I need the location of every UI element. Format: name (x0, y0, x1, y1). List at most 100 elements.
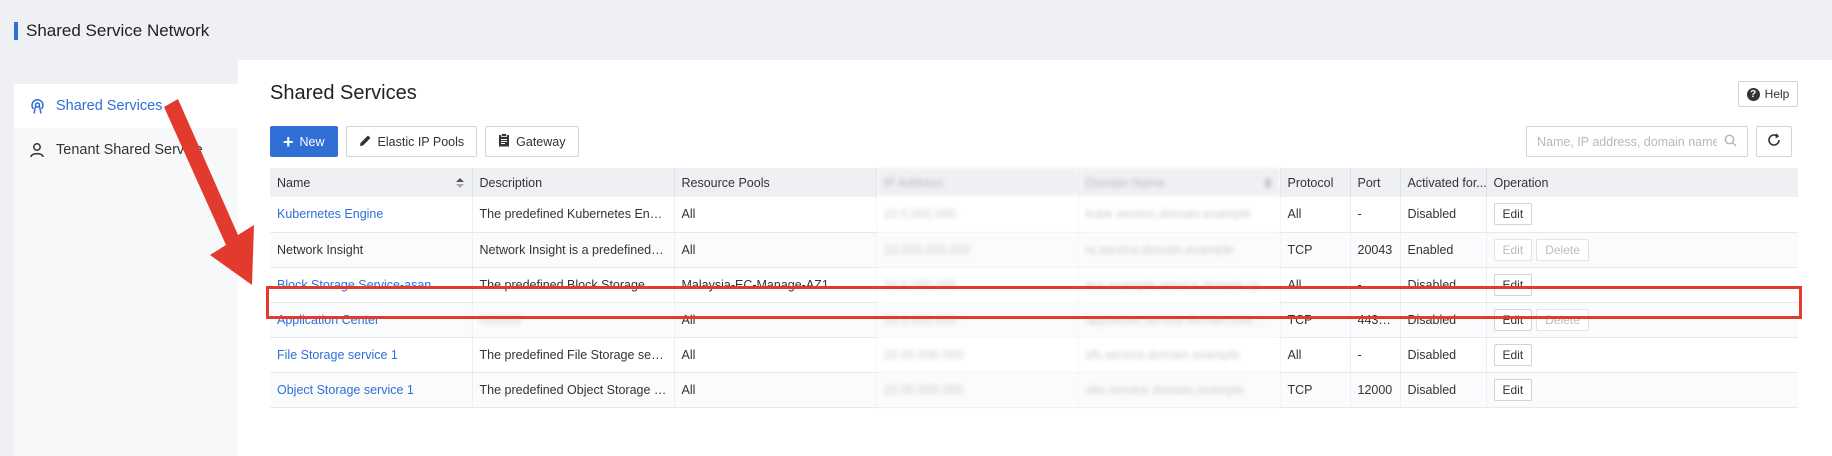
col-ip-address: IP Address (876, 168, 1079, 197)
sort-icon[interactable] (455, 177, 464, 191)
cell-operation: Edit Delete (1486, 302, 1798, 338)
col-name[interactable]: Name (270, 168, 473, 197)
cell-ip-address: 10.0.000.000 (876, 267, 1079, 303)
toolbar: + New Elastic IP Pools Gateway (270, 126, 579, 157)
cell-activated: Disabled (1400, 197, 1487, 233)
search-input[interactable] (1537, 134, 1717, 149)
delete-button: Delete (1536, 308, 1589, 331)
new-label: New (299, 134, 325, 149)
col-operation: Operation (1486, 168, 1798, 197)
question-icon: ? (1746, 87, 1760, 101)
cell-resource-pools: All (674, 197, 877, 233)
cell-description: The predefined Block Storage service ... (472, 267, 675, 303)
cell-activated: Disabled (1400, 302, 1487, 338)
cell-description: The predefined Object Storage service... (472, 372, 675, 408)
service-name: Network Insight (270, 232, 473, 268)
help-label: Help (1764, 87, 1790, 101)
cell-domain-name: kube.service.domain.example (1078, 197, 1281, 233)
cell-description: Network Insight is a predefined servic..… (472, 232, 675, 268)
table-row: Network Insight Network Insight is a pre… (270, 232, 1798, 268)
cell-resource-pools: All (674, 302, 877, 338)
top-bar: Shared Service Network (0, 0, 1832, 60)
title-accent-bar (14, 22, 18, 40)
cell-operation: Edit Delete (1486, 232, 1798, 268)
cell-description: The predefined Kubernetes Engine ser... (472, 197, 675, 233)
refresh-button[interactable] (1756, 126, 1792, 157)
elastic-ip-pools-button[interactable]: Elastic IP Pools (345, 126, 478, 157)
cell-protocol: TCP (1280, 302, 1351, 338)
cell-domain-name: appcenter.service.domain.example (1078, 302, 1281, 338)
new-button[interactable]: + New (270, 126, 338, 157)
clipboard-icon (498, 133, 510, 150)
cell-activated: Enabled (1400, 232, 1487, 268)
col-resource-pools: Resource Pools (674, 168, 877, 197)
table-header-row: Name Description Resource Pools IP Addre… (270, 168, 1798, 197)
main-content: Shared Services ? Help + New Elastic IP … (238, 60, 1832, 456)
help-button[interactable]: ? Help (1738, 81, 1798, 107)
table-row: Object Storage service 1 The predefined … (270, 372, 1798, 408)
cell-domain-name: evs.example.service.domain.cp (1078, 267, 1281, 303)
cell-activated: Disabled (1400, 337, 1487, 373)
service-name-link[interactable]: Application Center (270, 302, 473, 338)
cell-protocol: All (1280, 267, 1351, 303)
search-icon[interactable] (1724, 134, 1737, 150)
cell-port: 20043 (1350, 232, 1401, 268)
sidebar: Shared Services Tenant Shared Service (14, 84, 238, 456)
cell-ip-address: 10.00.000.000 (876, 337, 1079, 373)
sidebar-item-shared-services[interactable]: Shared Services (14, 84, 238, 128)
cell-resource-pools: All (674, 372, 877, 408)
service-name-link[interactable]: File Storage service 1 (270, 337, 473, 373)
user-icon (28, 141, 46, 159)
search-box (1526, 126, 1748, 157)
edit-button[interactable]: Edit (1493, 203, 1533, 226)
edit-button[interactable]: Edit (1493, 308, 1533, 331)
sidebar-item-label: Shared Services (56, 98, 163, 114)
cell-description: The predefined File Storage service ca..… (472, 337, 675, 373)
cell-port: - (1350, 337, 1401, 373)
edit-button[interactable]: Edit (1493, 378, 1533, 401)
cell-ip-address: 10.00.000.000 (876, 372, 1079, 408)
table-row: Kubernetes Engine The predefined Kuberne… (270, 197, 1798, 233)
table-row: Application Center 000000 All 10.0.000.0… (270, 302, 1798, 338)
cell-protocol: TCP (1280, 372, 1351, 408)
pencil-icon (359, 134, 372, 150)
col-protocol: Protocol (1280, 168, 1351, 197)
broadcast-icon (28, 97, 46, 115)
col-domain-name[interactable]: Domain Name (1078, 168, 1281, 197)
cell-operation: Edit (1486, 337, 1798, 373)
sidebar-item-tenant-shared-service[interactable]: Tenant Shared Service (14, 128, 238, 172)
service-name-link[interactable]: Object Storage service 1 (270, 372, 473, 408)
service-name-link[interactable]: Kubernetes Engine (270, 197, 473, 233)
cell-ip-address: 10.000.000.000 (876, 232, 1079, 268)
cell-protocol: All (1280, 337, 1351, 373)
table-row: Block Storage Service-asan The predefine… (270, 267, 1798, 303)
cell-ip-address: 10.0.000.000 (876, 197, 1079, 233)
cell-port: - (1350, 267, 1401, 303)
cell-activated: Disabled (1400, 372, 1487, 408)
cell-port: - (1350, 197, 1401, 233)
table-row: File Storage service 1 The predefined Fi… (270, 337, 1798, 373)
col-activated: Activated for... (1400, 168, 1487, 197)
cell-domain-name: ni.service.domain.example (1078, 232, 1281, 268)
gateway-button[interactable]: Gateway (485, 126, 579, 157)
plus-icon: + (283, 131, 294, 152)
elastic-ip-pools-label: Elastic IP Pools (377, 134, 465, 149)
col-port: Port (1350, 168, 1401, 197)
edit-button[interactable]: Edit (1493, 343, 1533, 366)
cell-ip-address: 10.0.000.000 (876, 302, 1079, 338)
gateway-label: Gateway (516, 134, 566, 149)
refresh-icon (1767, 133, 1781, 150)
sort-icon[interactable] (1263, 177, 1272, 191)
edit-button: Edit (1493, 238, 1533, 261)
col-description: Description (472, 168, 675, 197)
cell-protocol: TCP (1280, 232, 1351, 268)
sidebar-item-label: Tenant Shared Service (56, 142, 203, 158)
service-name-link[interactable]: Block Storage Service-asan (270, 267, 473, 303)
cell-operation: Edit (1486, 372, 1798, 408)
cell-operation: Edit (1486, 197, 1798, 233)
cell-port: 4436,... (1350, 302, 1401, 338)
edit-button[interactable]: Edit (1493, 273, 1533, 296)
cell-domain-name: sfs.service.domain.example (1078, 337, 1281, 373)
cell-resource-pools: All (674, 337, 877, 373)
cell-protocol: All (1280, 197, 1351, 233)
